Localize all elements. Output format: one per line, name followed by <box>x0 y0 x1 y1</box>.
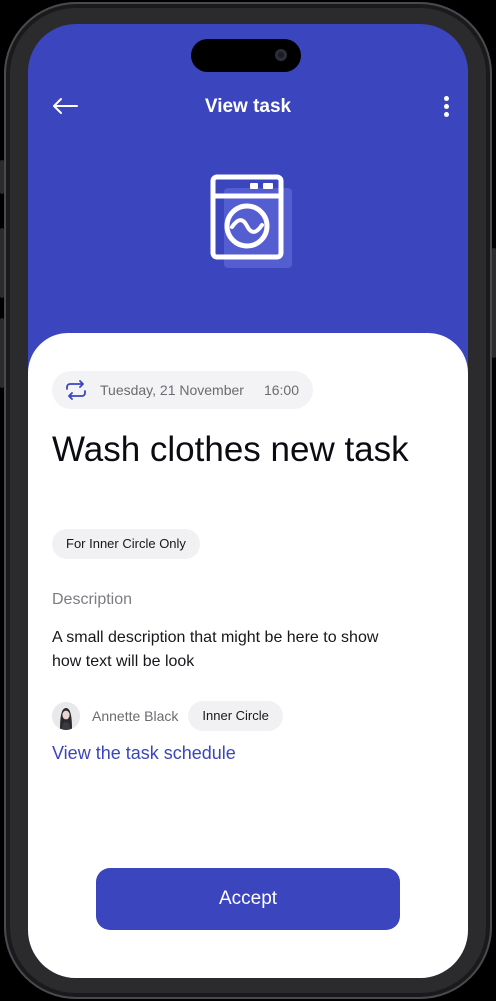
schedule-pill: Tuesday, 21 November 16:00 <box>52 371 314 409</box>
accept-button[interactable]: Accept <box>96 868 400 930</box>
dynamic-island <box>191 39 301 72</box>
task-date: Tuesday, 21 November <box>100 382 244 398</box>
avatar <box>52 702 80 730</box>
more-options-button[interactable] <box>438 94 454 118</box>
description-text: A small description that might be here t… <box>52 629 379 670</box>
washing-machine-icon <box>210 174 292 268</box>
owner-group-tag: Inner Circle <box>188 701 283 731</box>
phone-side-button <box>0 160 4 194</box>
task-time: 16:00 <box>263 382 300 398</box>
repeat-icon <box>66 380 86 400</box>
description-label: Description <box>52 591 133 608</box>
task-title: Wash clothes new task <box>52 430 409 469</box>
phone-volume-up <box>0 228 4 298</box>
screen: View task Tuesday, 21 November 16:00 Was… <box>28 24 468 978</box>
owner-row: Annette Black Inner Circle <box>52 701 283 731</box>
phone-volume-down <box>0 318 4 388</box>
visibility-tag: For Inner Circle Only <box>52 529 200 559</box>
phone-power-button <box>492 248 496 358</box>
page-title: View task <box>204 96 292 117</box>
owner-name: Annette Black <box>92 708 179 724</box>
view-schedule-link[interactable]: View the task schedule <box>52 743 236 764</box>
header: View task <box>28 24 468 364</box>
task-detail-sheet: Tuesday, 21 November 16:00 Wash clothes … <box>28 333 468 978</box>
camera-icon <box>275 49 287 61</box>
more-vertical-icon <box>438 94 454 117</box>
